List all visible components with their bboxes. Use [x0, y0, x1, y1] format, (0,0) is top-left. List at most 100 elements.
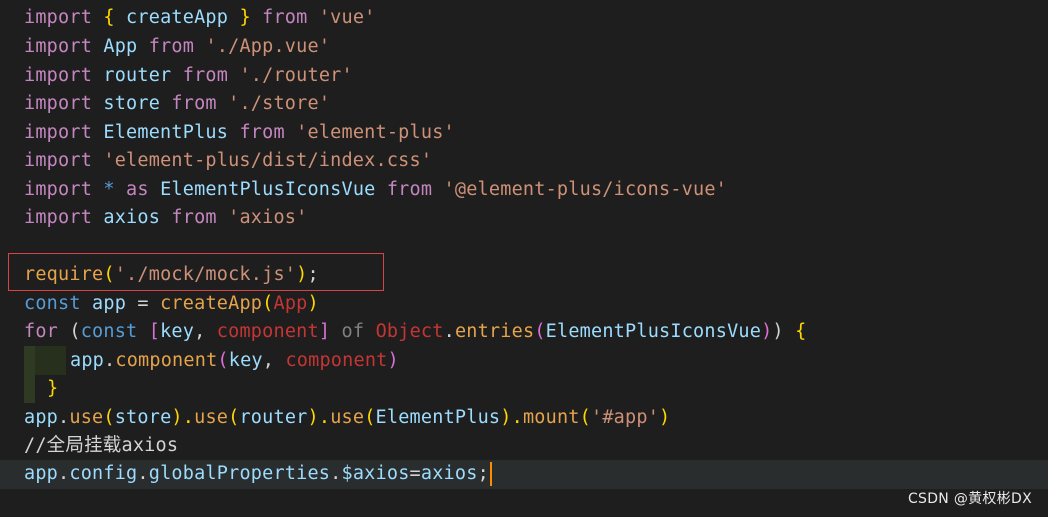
- function-call: mount: [522, 406, 580, 428]
- identifier: store: [114, 406, 172, 428]
- semicolon: ;: [477, 463, 489, 484]
- function-call: entries: [454, 321, 535, 342]
- string: './store': [228, 93, 331, 114]
- keyword-from: from: [148, 36, 195, 57]
- function-call: use: [69, 406, 104, 428]
- keyword-const: const: [80, 321, 138, 342]
- function-call: createApp: [160, 292, 263, 314]
- operator-equals: =: [409, 463, 421, 484]
- keyword-import: import: [24, 207, 93, 228]
- paren: ).: [500, 406, 523, 428]
- code-editor[interactable]: import { createApp } from 'vue' import A…: [0, 0, 1048, 517]
- code-line-15[interactable]: app.use(store).use(router).use(ElementPl…: [24, 404, 670, 433]
- identifier: globalProperties: [148, 463, 331, 484]
- code-line-7[interactable]: import * as ElementPlusIconsVue from '@e…: [24, 176, 727, 205]
- keyword-from: from: [171, 207, 217, 228]
- keyword-import: import: [24, 93, 93, 114]
- keyword-from: from: [239, 121, 285, 143]
- bracket: [: [148, 321, 161, 342]
- identifier: app: [24, 406, 59, 428]
- string: './router': [239, 64, 353, 86]
- brace: }: [239, 7, 251, 28]
- code-line-3[interactable]: import router from './router': [24, 62, 353, 91]
- code-line-13[interactable]: app.component(key, component): [70, 347, 399, 376]
- bracket: ]: [318, 321, 331, 342]
- code-line-16[interactable]: //全局挂载axios: [24, 432, 178, 461]
- code-line-1[interactable]: import { createApp } from 'vue': [24, 4, 376, 33]
- identifier: key: [160, 321, 195, 342]
- code-line-10[interactable]: require('./mock/mock.js');: [24, 261, 319, 290]
- paren: ): [659, 406, 671, 428]
- paren: ): [761, 321, 773, 342]
- code-line-6[interactable]: import 'element-plus/dist/index.css': [24, 147, 432, 176]
- paren: (: [103, 406, 115, 428]
- string: '@element-plus/icons-vue': [443, 178, 727, 200]
- paren: ): [387, 349, 399, 371]
- identifier: ElementPlus: [375, 406, 501, 428]
- code-line-8[interactable]: import axios from 'axios': [24, 204, 307, 233]
- keyword-from: from: [182, 64, 229, 86]
- brace: {: [795, 321, 807, 342]
- dot: .: [330, 463, 342, 484]
- identifier: ElementPlusIconsVue: [148, 178, 387, 200]
- identifier: app: [24, 463, 59, 484]
- keyword-import: import: [24, 36, 93, 57]
- identifier: ElementPlusIconsVue: [545, 321, 762, 342]
- identifier: app: [80, 292, 138, 314]
- keyword-import: import: [24, 150, 93, 171]
- identifier: $axios: [341, 463, 410, 484]
- code-line-11[interactable]: const app = createApp(App): [24, 290, 319, 319]
- keyword-from: from: [386, 178, 433, 200]
- identifier: App: [273, 292, 308, 314]
- comma: ,: [194, 321, 217, 342]
- paren: (: [103, 264, 115, 285]
- dot: .: [104, 349, 116, 371]
- keyword-import: import: [24, 7, 93, 28]
- code-line-12[interactable]: for (const [key, component] of Object.en…: [24, 318, 806, 347]
- comment: //全局挂载axios: [24, 435, 179, 456]
- code-line-14[interactable]: }: [47, 375, 58, 404]
- paren: (: [58, 321, 81, 342]
- text-cursor: [489, 462, 492, 486]
- identifier: ElementPlus: [92, 121, 240, 143]
- dot: .: [58, 406, 70, 428]
- identifier: router: [92, 64, 183, 86]
- function-require: require: [24, 264, 104, 285]
- code-line-5[interactable]: import ElementPlus from 'element-plus': [24, 119, 455, 148]
- string: './mock/mock.js': [114, 264, 297, 285]
- keyword-for: for: [24, 321, 59, 342]
- keyword-of: of: [341, 321, 365, 342]
- identifier: axios: [420, 463, 478, 484]
- operator-equals: =: [137, 292, 149, 314]
- identifier: component: [216, 321, 319, 342]
- code-line-2[interactable]: import App from './App.vue': [24, 33, 330, 62]
- paren: (: [579, 406, 591, 428]
- paren: (: [262, 292, 274, 314]
- string: 'vue': [318, 7, 376, 28]
- identifier: app: [70, 349, 105, 371]
- indent-guide: [24, 346, 35, 403]
- code-line-4[interactable]: import store from './store': [24, 90, 330, 119]
- indent-guide: [35, 346, 66, 375]
- code-line-17[interactable]: app.config.globalProperties.$axios=axios…: [24, 460, 492, 489]
- identifier: key: [228, 349, 263, 371]
- keyword-import: import: [24, 178, 93, 200]
- paren: ).: [171, 406, 195, 428]
- semicolon: ;: [307, 264, 319, 285]
- identifier: component: [285, 349, 388, 371]
- string: 'axios': [228, 207, 308, 228]
- function-call: component: [115, 349, 218, 371]
- identifier: App: [92, 36, 149, 57]
- keyword-as: as: [126, 178, 149, 200]
- paren: ).: [307, 406, 331, 428]
